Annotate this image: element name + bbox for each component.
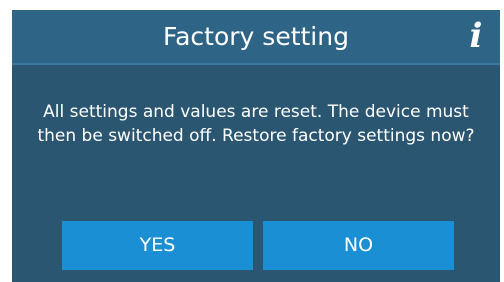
title-bar: Factory setting i bbox=[12, 10, 500, 65]
info-icon[interactable]: i bbox=[462, 16, 490, 56]
yes-button[interactable]: YES bbox=[62, 221, 253, 270]
no-button[interactable]: NO bbox=[263, 221, 454, 270]
confirmation-message: All settings and values are reset. The d… bbox=[37, 102, 475, 146]
factory-setting-dialog: Factory setting i All settings and value… bbox=[12, 10, 500, 282]
dialog-title: Factory setting bbox=[163, 22, 349, 51]
